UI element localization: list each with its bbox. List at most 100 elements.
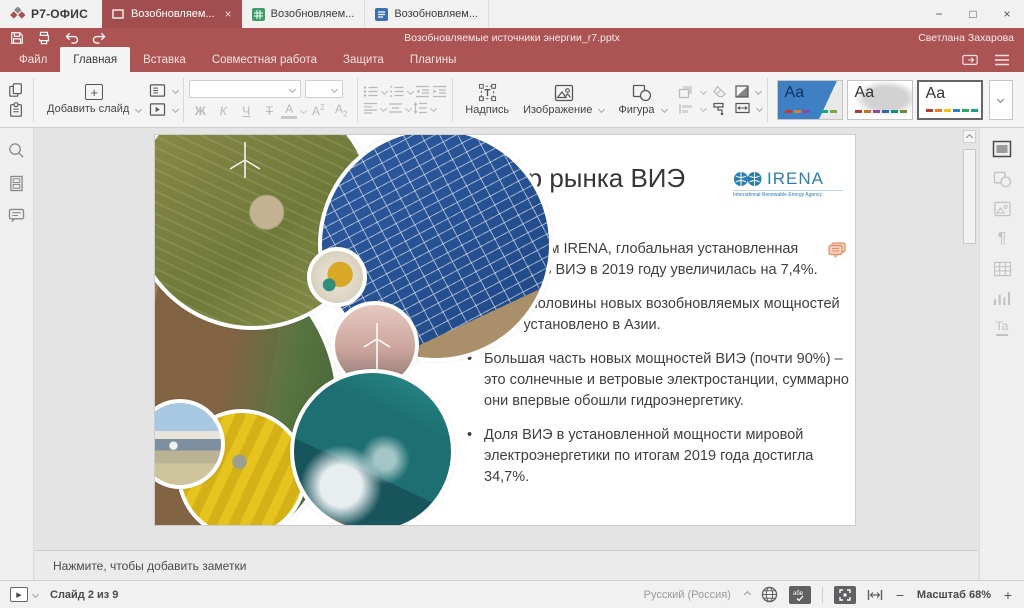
subscript-button[interactable]: А2 bbox=[330, 102, 352, 118]
increase-indent-button[interactable] bbox=[432, 85, 447, 98]
slide-size-button[interactable] bbox=[735, 102, 762, 114]
app-window: Р7-ОФИС Возобновляем... × Возобновляем..… bbox=[0, 0, 1024, 608]
r7-office-logo-icon bbox=[10, 7, 26, 21]
paragraph-settings-icon[interactable]: ¶ bbox=[998, 230, 1007, 248]
slide-canvas[interactable]: Обзор рынка ВИЭ IRENA International Rene… bbox=[155, 135, 855, 525]
plus-icon: + bbox=[85, 84, 103, 100]
document-title: Возобновляемые источники энергии_r7.pptx bbox=[150, 32, 874, 44]
maximize-button[interactable]: □ bbox=[956, 0, 990, 28]
strikethrough-button[interactable]: Т bbox=[258, 104, 280, 118]
toolbar-separator bbox=[183, 78, 184, 122]
undo-icon[interactable] bbox=[64, 31, 79, 44]
chevron-down-icon[interactable] bbox=[32, 591, 39, 598]
insert-image-button[interactable]: Изображение bbox=[516, 84, 611, 116]
zoom-out-button[interactable]: − bbox=[894, 587, 906, 603]
save-icon[interactable] bbox=[10, 31, 24, 45]
slide-layout-button[interactable] bbox=[149, 83, 178, 98]
textart-settings-icon[interactable]: Ta bbox=[996, 319, 1009, 336]
scroll-up-arrow[interactable] bbox=[963, 130, 976, 143]
horizontal-align-button[interactable] bbox=[363, 102, 386, 114]
language-globe-icon[interactable] bbox=[761, 586, 778, 603]
shape-settings-icon[interactable] bbox=[993, 171, 1012, 188]
insert-shape-button[interactable]: Фигура bbox=[611, 84, 673, 116]
close-button[interactable]: × bbox=[990, 0, 1024, 28]
print-icon[interactable] bbox=[37, 31, 51, 45]
home-toolbar: + Добавить слайд Ж К Ч Т А А2 А2 bbox=[0, 72, 1024, 128]
photo-geothermal-aerial[interactable] bbox=[307, 247, 367, 307]
spellcheck-toggle[interactable]: абв bbox=[789, 586, 811, 604]
start-slideshow-button[interactable]: ▶ bbox=[10, 587, 28, 602]
chevron-down-icon bbox=[300, 107, 307, 114]
irena-logo-tagline: International Renewable Energy Agency bbox=[733, 190, 843, 198]
clear-style-icon[interactable] bbox=[712, 85, 727, 98]
vertical-scrollbar[interactable] bbox=[963, 130, 976, 548]
arrange-shape-button[interactable] bbox=[678, 85, 706, 99]
open-file-location-icon[interactable] bbox=[962, 53, 978, 66]
main-area: Обзор рынка ВИЭ IRENA International Rene… bbox=[0, 128, 1024, 580]
superscript-button[interactable]: А2 bbox=[307, 103, 329, 118]
paste-icon[interactable] bbox=[8, 102, 24, 118]
photo-ocean-waves[interactable] bbox=[290, 369, 455, 525]
decrease-indent-button[interactable] bbox=[415, 85, 430, 98]
zoom-level[interactable]: Масштаб 68% bbox=[917, 589, 991, 601]
font-color-button[interactable]: А bbox=[281, 102, 297, 119]
comment-indicator-icon[interactable] bbox=[827, 241, 847, 261]
menu-tab-home[interactable]: Главная bbox=[60, 47, 130, 72]
doc-tab-spreadsheet[interactable]: Возобновляем... bbox=[242, 0, 366, 28]
preview-slideshow-button[interactable] bbox=[149, 102, 178, 117]
theme-option-blue[interactable]: Aa bbox=[777, 80, 843, 120]
minimize-button[interactable]: − bbox=[922, 0, 956, 28]
zoom-in-button[interactable]: + bbox=[1002, 587, 1014, 603]
add-slide-button[interactable]: + Добавить слайд bbox=[39, 84, 149, 115]
language-selector[interactable]: Русский (Россия) bbox=[644, 589, 731, 601]
table-settings-icon[interactable] bbox=[993, 261, 1012, 277]
underline-button[interactable]: Ч bbox=[235, 104, 257, 118]
tab-close-icon[interactable]: × bbox=[225, 7, 232, 21]
slides-panel-icon[interactable] bbox=[9, 175, 24, 192]
shape-fill-button[interactable] bbox=[735, 85, 761, 98]
menu-tab-plugins[interactable]: Плагины bbox=[397, 47, 470, 72]
theme-option-gray[interactable]: Aa bbox=[847, 80, 913, 120]
search-icon[interactable] bbox=[8, 142, 25, 159]
copy-style-icon[interactable] bbox=[712, 102, 727, 115]
menu-tab-collaboration[interactable]: Совместная работа bbox=[199, 47, 330, 72]
line-spacing-button[interactable] bbox=[413, 102, 436, 114]
italic-button[interactable]: К bbox=[212, 104, 234, 118]
editing-canvas[interactable]: Обзор рынка ВИЭ IRENA International Rene… bbox=[35, 128, 978, 550]
hamburger-menu-icon[interactable] bbox=[994, 54, 1010, 66]
doc-tab-document[interactable]: Возобновляем... bbox=[365, 0, 489, 28]
bullet-marker: • bbox=[467, 425, 484, 488]
menu-tab-insert[interactable]: Вставка bbox=[130, 47, 199, 72]
theme-gallery-expand-button[interactable] bbox=[989, 80, 1013, 120]
svg-text:абв: абв bbox=[793, 591, 803, 597]
bullet-list-button[interactable] bbox=[363, 85, 387, 98]
slide-settings-icon[interactable] bbox=[992, 140, 1012, 158]
image-settings-icon[interactable] bbox=[993, 201, 1012, 217]
right-panel-strip: ¶ Ta bbox=[979, 128, 1024, 580]
toolbar-separator bbox=[357, 78, 358, 122]
numbered-list-button[interactable] bbox=[389, 85, 413, 98]
menu-tab-protection[interactable]: Защита bbox=[330, 47, 397, 72]
doc-tab-presentation[interactable]: Возобновляем... × bbox=[102, 0, 242, 28]
align-shape-button[interactable] bbox=[678, 103, 706, 115]
font-size-select[interactable] bbox=[305, 80, 343, 98]
notes-area[interactable]: Нажмите, чтобы добавить заметки bbox=[35, 550, 978, 580]
insert-textbox-button[interactable]: Надпись bbox=[458, 83, 516, 116]
scrollbar-thumb[interactable] bbox=[963, 149, 976, 244]
irena-logo[interactable]: IRENA International Renewable Energy Age… bbox=[733, 169, 843, 198]
titlebar: Р7-ОФИС Возобновляем... × Возобновляем..… bbox=[0, 0, 1024, 28]
redo-icon[interactable] bbox=[92, 31, 107, 44]
theme-option-white-selected[interactable]: Aa bbox=[917, 80, 983, 120]
theme-palette bbox=[926, 109, 978, 112]
bold-button[interactable]: Ж bbox=[189, 104, 211, 118]
bullet-marker: • bbox=[467, 349, 484, 412]
menu-tab-file[interactable]: Файл bbox=[6, 47, 60, 72]
vertical-align-button[interactable] bbox=[388, 102, 411, 114]
font-name-select[interactable] bbox=[189, 80, 301, 98]
chart-settings-icon[interactable] bbox=[993, 290, 1011, 306]
toolbar-separator bbox=[452, 78, 453, 122]
fit-to-width-toggle[interactable] bbox=[867, 589, 883, 601]
fit-to-slide-toggle[interactable] bbox=[834, 586, 856, 604]
comments-panel-icon[interactable] bbox=[8, 208, 25, 223]
copy-icon[interactable] bbox=[8, 82, 24, 98]
